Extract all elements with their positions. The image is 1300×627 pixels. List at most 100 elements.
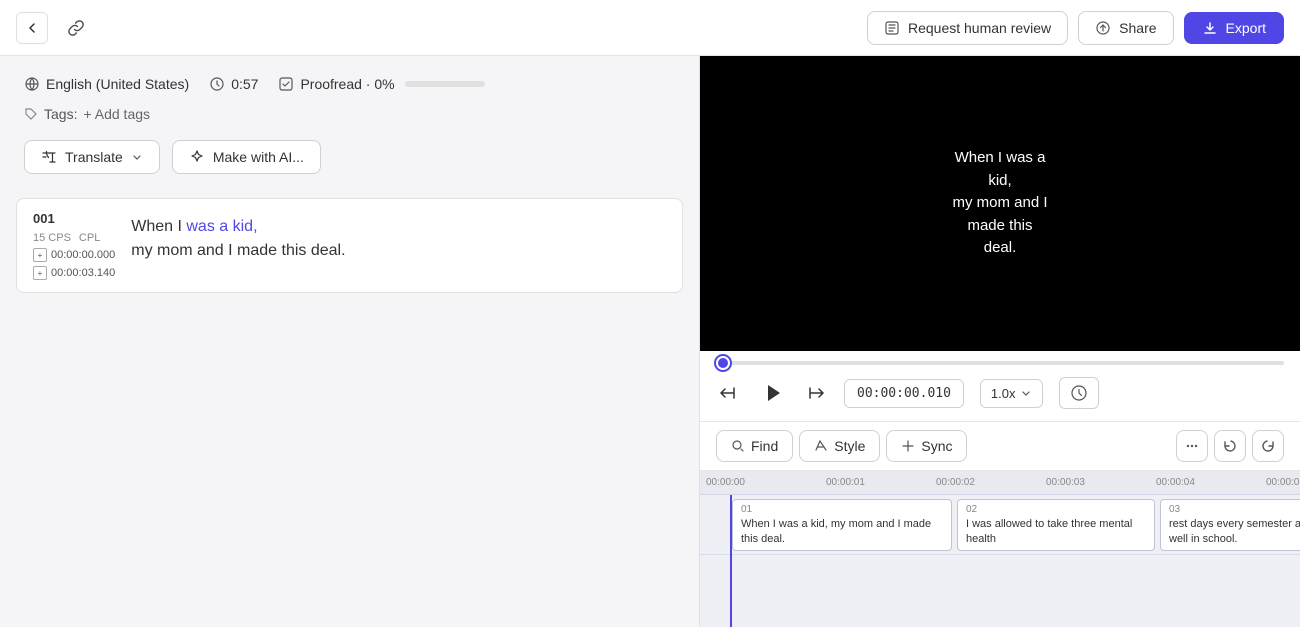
- actions-row: Translate Make with AI...: [24, 140, 675, 174]
- waveform-3: [1169, 550, 1300, 551]
- proofread-label: Proofread · 0%: [300, 76, 394, 92]
- tags-row: Tags: + Add tags: [24, 106, 675, 122]
- time-end-icon[interactable]: +: [33, 266, 47, 280]
- header-right: Request human review Share Export: [867, 11, 1284, 45]
- time-start-icon[interactable]: +: [33, 248, 47, 262]
- more-options-button[interactable]: [1176, 430, 1208, 462]
- globe-icon: [24, 76, 40, 92]
- share-button[interactable]: Share: [1078, 11, 1173, 45]
- request-review-label: Request human review: [908, 20, 1051, 36]
- find-label: Find: [751, 438, 778, 454]
- make-with-ai-button[interactable]: Make with AI...: [172, 140, 321, 174]
- left-top: English (United States) 0:57 Proofread ·…: [0, 56, 699, 190]
- duration-meta: 0:57: [209, 76, 258, 92]
- sync-icon: [901, 439, 915, 453]
- timeline[interactable]: 00:00:00 00:00:01 00:00:02 00:00:03 00:0…: [700, 471, 1300, 627]
- undo-icon: [1222, 438, 1238, 454]
- caption-line3: my mom and I: [952, 194, 1047, 211]
- language-meta: English (United States): [24, 76, 189, 92]
- time-end-row: + 00:00:03.140: [33, 266, 115, 280]
- caption-line5: deal.: [984, 239, 1017, 256]
- cps-value: 15 CPS: [33, 232, 71, 244]
- redo-button[interactable]: [1252, 430, 1284, 462]
- player-controls: 00:00:00.010 1.0x: [700, 365, 1300, 421]
- waveform-1: [741, 550, 943, 551]
- clip-label-2: 02: [966, 504, 1146, 515]
- clip-label-3: 03: [1169, 504, 1300, 515]
- clock-button[interactable]: [1059, 377, 1099, 409]
- link-button[interactable]: [60, 12, 92, 44]
- time-start-row: + 00:00:00.000: [33, 248, 115, 262]
- make-with-ai-label: Make with AI...: [213, 149, 304, 165]
- entry-times: + 00:00:00.000 + 00:00:03.140: [33, 248, 115, 280]
- speed-selector[interactable]: 1.0x: [980, 379, 1043, 408]
- time-start: 00:00:00.000: [51, 249, 115, 261]
- request-review-button[interactable]: Request human review: [867, 11, 1068, 45]
- right-panel: When I was a kid, my mom and I made this…: [700, 56, 1300, 627]
- progress-dot: [716, 356, 730, 370]
- ruler-mark-4: 00:00:04: [1156, 477, 1195, 488]
- style-label: Style: [834, 438, 865, 454]
- entry-text-highlight: was a kid,: [182, 218, 258, 235]
- cpl-label: CPL: [79, 232, 100, 244]
- entry-meta: 001 15 CPS CPL + 00:00:00.000 +: [33, 211, 115, 280]
- timeline-clip-3[interactable]: 03 rest days every semester as long as d…: [1160, 499, 1300, 551]
- timeline-clip-1[interactable]: 01 When I was a kid, my mom and I made t…: [732, 499, 952, 551]
- sync-button[interactable]: Sync: [886, 430, 967, 462]
- time-display: 00:00:00.010: [844, 379, 964, 408]
- main: English (United States) 0:57 Proofread ·…: [0, 56, 1300, 627]
- timeline-cursor: [730, 495, 732, 627]
- subtitle-scroll-area[interactable]: 001 15 CPS CPL + 00:00:00.000 +: [0, 190, 699, 627]
- progress-bar[interactable]: [716, 361, 1284, 365]
- undo-button[interactable]: [1214, 430, 1246, 462]
- share-label: Share: [1119, 20, 1156, 36]
- redo-icon: [1260, 438, 1276, 454]
- caption-line1: When I was a: [955, 149, 1046, 166]
- clock-settings-icon: [1070, 384, 1088, 402]
- entry-text[interactable]: When I was a kid, my mom and I made this…: [131, 211, 666, 280]
- translate-label: Translate: [65, 149, 123, 165]
- ruler-mark-3: 00:00:03: [1046, 477, 1085, 488]
- header: Request human review Share Export: [0, 0, 1300, 56]
- waveform-2: [966, 550, 1146, 551]
- caption-line2: kid,: [988, 172, 1011, 189]
- timeline-clip-2[interactable]: 02 I was allowed to take three mental he…: [957, 499, 1155, 551]
- play-button[interactable]: [754, 375, 790, 411]
- clip-label-1: 01: [741, 504, 943, 515]
- chevron-down-icon: [131, 151, 143, 163]
- find-button[interactable]: Find: [716, 430, 793, 462]
- speed-value: 1.0x: [991, 386, 1016, 401]
- add-tags-button[interactable]: + Add tags: [83, 106, 150, 122]
- style-button[interactable]: Style: [799, 430, 880, 462]
- rewind-button[interactable]: [716, 382, 738, 404]
- subtitle-entry: 001 15 CPS CPL + 00:00:00.000 +: [16, 198, 683, 293]
- translate-icon: [41, 149, 57, 165]
- ruler-mark-5: 00:00:05: [1266, 477, 1300, 488]
- clip-text-1: When I was a kid, my mom and I made this…: [741, 517, 943, 548]
- export-button[interactable]: Export: [1184, 12, 1284, 44]
- ruler-mark-2: 00:00:02: [936, 477, 975, 488]
- timeline-ruler: 00:00:00 00:00:01 00:00:02 00:00:03 00:0…: [700, 471, 1300, 495]
- entry-text-part1: When I: [131, 218, 182, 235]
- ai-sparkle-icon: [189, 149, 205, 165]
- tag-icon: [24, 107, 38, 121]
- back-button[interactable]: [16, 12, 48, 44]
- tags-label: Tags:: [44, 106, 77, 122]
- clip-text-2: I was allowed to take three mental healt…: [966, 517, 1146, 548]
- app-container: Request human review Share Export Englis…: [0, 0, 1300, 627]
- check-icon: [278, 76, 294, 92]
- export-label: Export: [1226, 20, 1266, 36]
- clip-text-3: rest days every semester as long as do w…: [1169, 517, 1300, 548]
- progress-area: [700, 351, 1300, 365]
- video-caption: When I was a kid, my mom and I made this…: [952, 147, 1047, 260]
- editor-toolbar: Find Style Sync: [700, 421, 1300, 471]
- translate-button[interactable]: Translate: [24, 140, 160, 174]
- meta-row: English (United States) 0:57 Proofread ·…: [24, 76, 675, 92]
- style-icon: [814, 439, 828, 453]
- speed-chevron-icon: [1020, 387, 1032, 399]
- entry-number: 001: [33, 211, 115, 226]
- timeline-content: 01 When I was a kid, my mom and I made t…: [700, 495, 1300, 627]
- timeline-tracks: 01 When I was a kid, my mom and I made t…: [700, 495, 1300, 627]
- fast-forward-button[interactable]: [806, 382, 828, 404]
- search-icon: [731, 439, 745, 453]
